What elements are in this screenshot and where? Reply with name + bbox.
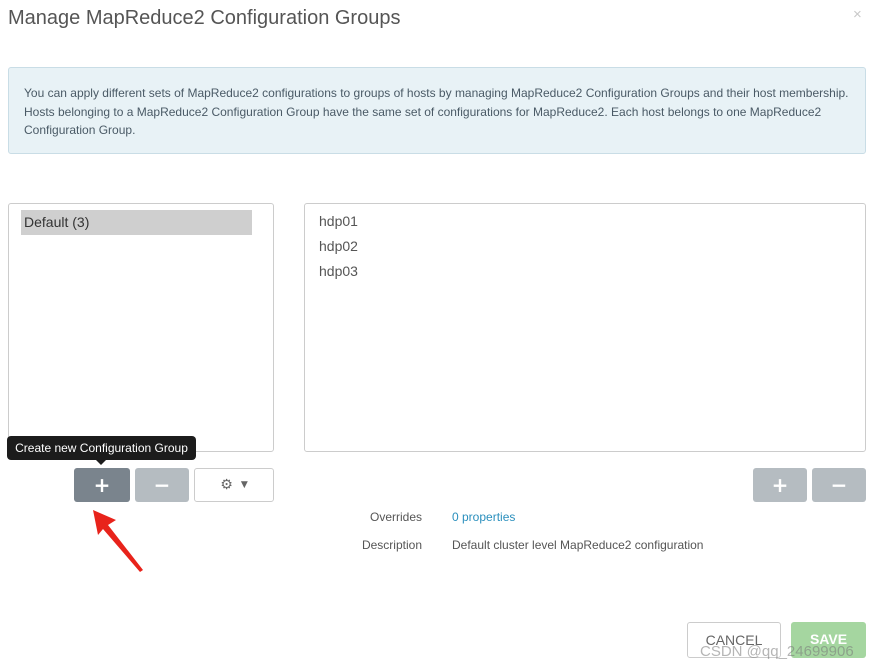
remove-config-group-button[interactable]: − <box>135 468 189 502</box>
remove-hosts-button[interactable]: − <box>812 468 866 502</box>
modal-title: Manage MapReduce2 Configuration Groups <box>8 7 401 29</box>
host-item[interactable]: hdp01 <box>319 213 358 229</box>
group-hosts-list[interactable]: hdp01 hdp02 hdp03 <box>304 203 866 452</box>
group-item-default[interactable]: Default (3) <box>21 210 252 235</box>
create-group-tooltip: Create new Configuration Group <box>7 436 196 460</box>
add-config-group-button[interactable]: + <box>74 468 130 502</box>
overrides-label: Overrides <box>369 510 422 524</box>
plus-icon: + <box>771 473 789 497</box>
caret-down-icon: ▼ <box>240 480 248 490</box>
manage-config-groups-modal: Manage MapReduce2 Configuration Groups ×… <box>0 0 886 671</box>
config-groups-list[interactable]: Default (3) <box>8 203 274 452</box>
close-icon[interactable]: × <box>853 6 862 23</box>
overrides-link[interactable]: 0 properties <box>452 510 515 524</box>
description-label: Description <box>361 538 422 552</box>
host-item[interactable]: hdp02 <box>319 238 358 254</box>
watermark: CSDN @qq_24699906 <box>700 643 854 660</box>
add-hosts-button[interactable]: + <box>753 468 807 502</box>
minus-icon: − <box>153 473 171 497</box>
group-actions-dropdown[interactable]: ⚙ ▼ <box>194 468 274 502</box>
host-item[interactable]: hdp03 <box>319 263 358 279</box>
plus-icon: + <box>93 473 111 497</box>
tooltip-arrow <box>96 460 106 465</box>
minus-icon: − <box>830 473 848 497</box>
annotation-arrow-icon <box>93 510 143 572</box>
info-alert: You can apply different sets of MapReduc… <box>8 67 866 154</box>
description-value: Default cluster level MapReduce2 configu… <box>452 538 704 552</box>
info-text: You can apply different sets of MapReduc… <box>24 86 849 137</box>
gear-icon: ⚙ <box>220 477 233 493</box>
